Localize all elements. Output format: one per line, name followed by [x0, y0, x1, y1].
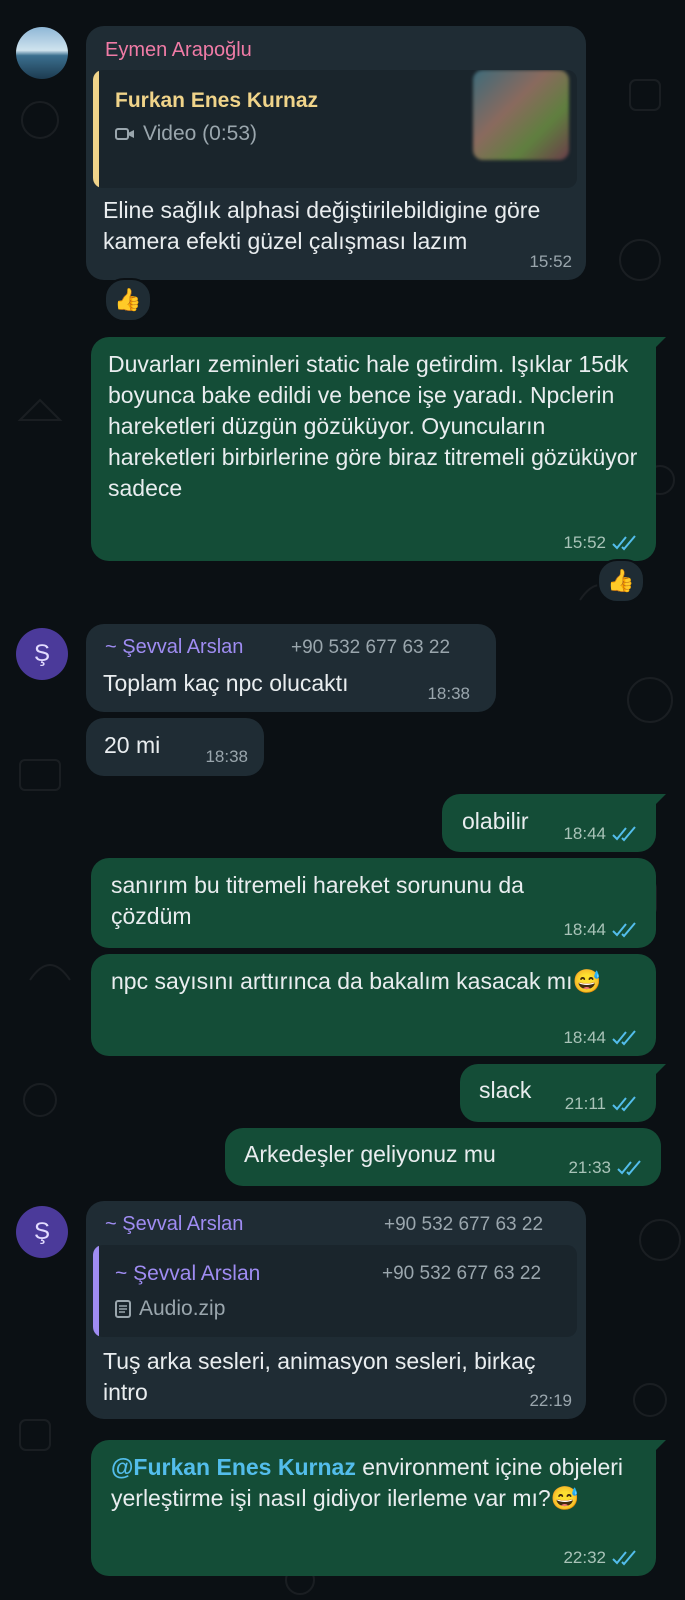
message-time: 15:52	[563, 533, 638, 553]
bubble-tail	[652, 1064, 666, 1078]
quoted-message[interactable]: ~ Şevval Arslan +90 532 677 63 22 Audio.…	[93, 1245, 577, 1337]
message-text: Toplam kaç npc olucaktı	[103, 670, 349, 696]
double-check-icon	[612, 826, 636, 842]
message-bubble-incoming[interactable]: ~ Şevval Arslan +90 532 677 63 22 ~ Şevv…	[86, 1201, 586, 1419]
quoted-message[interactable]: Furkan Enes Kurnaz Video (0:53)	[93, 70, 577, 188]
mention[interactable]: @Furkan Enes Kurnaz	[111, 1454, 356, 1480]
reaction-thumbs-up[interactable]: 👍	[597, 559, 645, 603]
quote-file-name: Audio.zip	[139, 1297, 226, 1320]
quote-media-label: Video (0:53)	[143, 122, 258, 145]
message-time: 18:44	[563, 824, 638, 844]
bubble-tail	[652, 1440, 666, 1454]
message-time: 18:44	[563, 1028, 638, 1048]
message-time: 21:11	[565, 1094, 638, 1114]
quote-author: Furkan Enes Kurnaz	[115, 89, 319, 112]
double-check-icon	[612, 1096, 636, 1112]
message-time: 18:38	[427, 684, 470, 703]
message-bubble-incoming[interactable]: ~ Şevval Arslan +90 532 677 63 22 Toplam…	[86, 624, 496, 712]
message-time: 15:52	[529, 252, 572, 271]
message-bubble-incoming[interactable]: Eymen Arapoğlu Furkan Enes Kurnaz Video …	[86, 26, 586, 280]
message-text: Arkedeşler geliyonuz mu	[244, 1141, 496, 1167]
message-bubble-incoming[interactable]: 20 mi 18:38	[86, 718, 264, 776]
avatar-sevval[interactable]: Ş	[16, 1206, 68, 1258]
message-text: @Furkan Enes Kurnaz environment içine ob…	[111, 1454, 624, 1511]
message-bubble-outgoing[interactable]: Duvarları zeminleri static hale getirdim…	[91, 337, 656, 561]
sender-name[interactable]: ~ Şevval Arslan	[105, 1213, 243, 1236]
message-bubble-outgoing[interactable]: sanırım bu titremeli hareket sorununu da…	[91, 858, 656, 948]
message-time: 22:32	[563, 1548, 638, 1568]
reaction-thumbs-up[interactable]: 👍	[104, 278, 152, 322]
message-text: Tuş arka sesleri, animasyon sesleri, bir…	[103, 1348, 536, 1405]
message-text: olabilir	[462, 808, 529, 834]
message-time: 18:44	[563, 920, 638, 940]
message-text: npc sayısını arttırınca da bakalım kasac…	[111, 968, 602, 994]
bubble-tail	[652, 337, 666, 351]
sender-name[interactable]: ~ Şevval Arslan	[105, 636, 243, 659]
message-bubble-outgoing[interactable]: slack 21:11	[460, 1064, 656, 1122]
quote-author: ~ Şevval Arslan	[115, 1262, 261, 1285]
sender-phone: +90 532 677 63 22	[291, 637, 451, 658]
message-bubble-outgoing[interactable]: olabilir 18:44	[442, 794, 656, 852]
bubble-tail	[652, 794, 666, 808]
message-text: sanırım bu titremeli hareket sorununu da…	[111, 872, 524, 929]
message-bubble-outgoing[interactable]: Arkedeşler geliyonuz mu 21:33	[225, 1128, 661, 1186]
double-check-icon	[617, 1160, 641, 1176]
double-check-icon	[612, 1550, 636, 1566]
message-time: 22:19	[529, 1391, 572, 1410]
video-thumbnail[interactable]	[473, 70, 569, 160]
thumbs-up-icon: 👍	[114, 287, 142, 312]
double-check-icon	[612, 1030, 636, 1046]
message-time: 18:38	[205, 747, 248, 766]
double-check-icon	[612, 922, 636, 938]
message-text: Duvarları zeminleri static hale getirdim…	[108, 351, 638, 501]
sender-name[interactable]: Eymen Arapoğlu	[105, 39, 252, 62]
double-check-icon	[612, 535, 636, 551]
message-text: 20 mi	[104, 732, 161, 758]
document-icon	[115, 1300, 131, 1318]
quote-phone: +90 532 677 63 22	[382, 1263, 542, 1284]
avatar-sevval[interactable]: Ş	[16, 628, 68, 680]
thumbs-up-icon: 👍	[607, 568, 635, 593]
message-text: Eline sağlık alphasi değiştirilebildigin…	[103, 197, 541, 254]
sender-phone: +90 532 677 63 22	[384, 1214, 544, 1235]
avatar-eymen[interactable]	[16, 27, 68, 79]
video-icon	[115, 128, 134, 140]
message-bubble-outgoing[interactable]: npc sayısını arttırınca da bakalım kasac…	[91, 954, 656, 1056]
message-bubble-outgoing[interactable]: @Furkan Enes Kurnaz environment içine ob…	[91, 1440, 656, 1576]
message-time: 21:33	[568, 1158, 643, 1178]
message-text: slack	[479, 1077, 532, 1103]
